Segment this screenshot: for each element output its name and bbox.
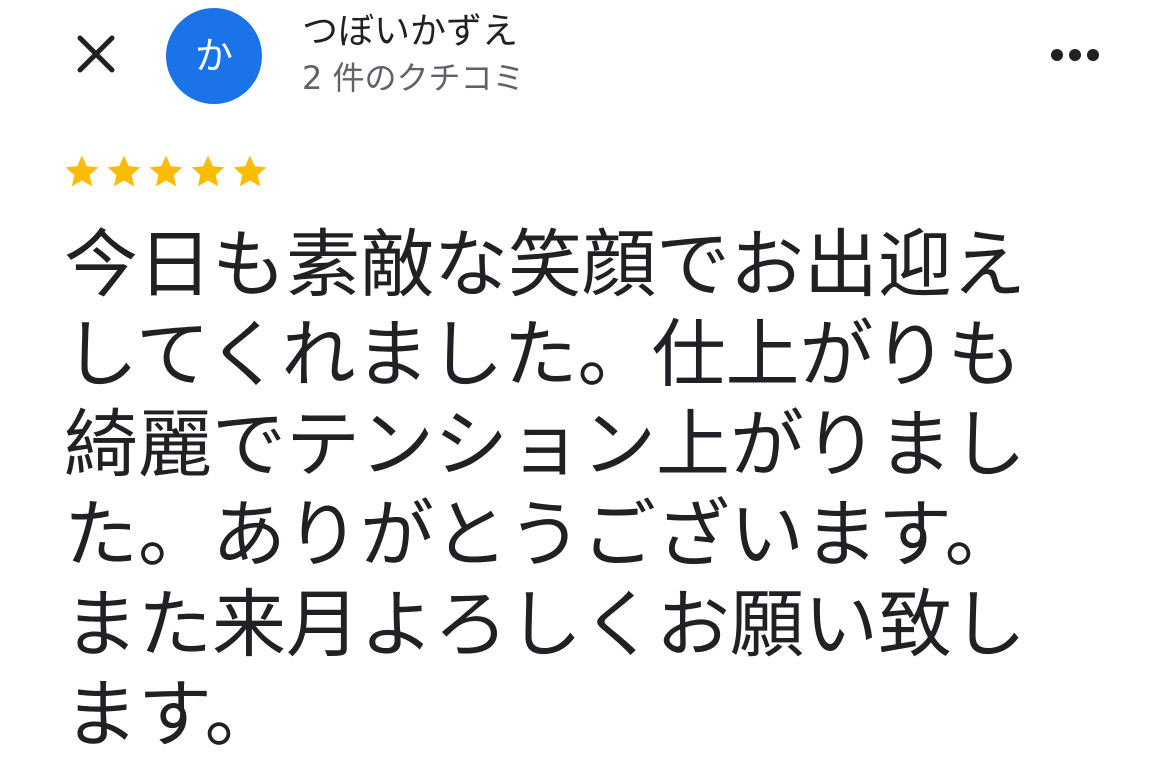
star-icon <box>107 155 141 187</box>
star-icon <box>233 155 267 187</box>
more-options-button[interactable] <box>1040 30 1110 80</box>
star-rating <box>62 152 270 200</box>
close-icon <box>77 35 115 73</box>
review-text: 今日も素敵な笑顔でお出迎えしてくれました。仕上がりも綺麗でテンション上がりました… <box>64 222 1026 758</box>
star-icon <box>65 155 99 187</box>
more-horizontal-icon <box>1051 49 1099 61</box>
star-icon <box>149 155 183 187</box>
avatar[interactable]: か <box>166 8 262 104</box>
star-icon <box>191 155 225 187</box>
reviewer-review-count: 2 件のクチコミ <box>302 59 525 97</box>
close-button[interactable] <box>66 24 126 84</box>
reviewer-name[interactable]: つぼいかずえ <box>302 10 518 54</box>
avatar-letter: か <box>194 34 233 78</box>
review-header: か つぼいかずえ 2 件のクチコミ <box>0 0 1170 120</box>
